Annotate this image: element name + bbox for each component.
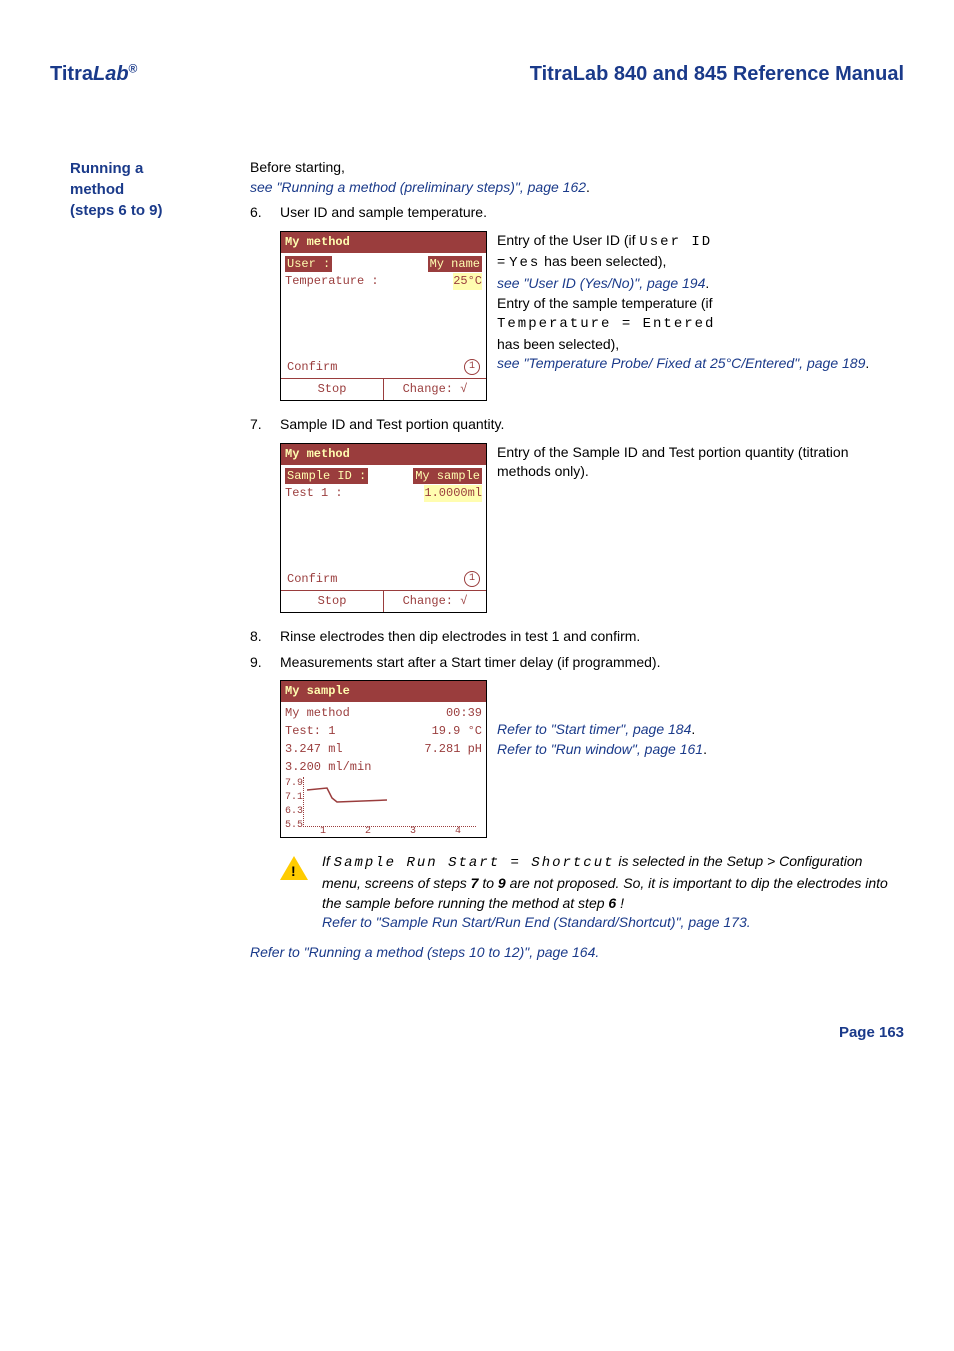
y-tick: 6.3 xyxy=(285,805,303,819)
text: . xyxy=(865,355,869,371)
x-tick: 1 xyxy=(320,825,326,839)
doc-link[interactable]: Refer to "Sample Run Start/Run End (Stan… xyxy=(322,914,747,930)
field-value: My sample xyxy=(413,468,482,485)
step-number: 8. xyxy=(250,627,268,647)
warning-text: If Sample Run Start = Shortcut is select… xyxy=(322,852,904,932)
page-number: Page 163 xyxy=(50,1022,904,1043)
field-label: Test 1 : xyxy=(285,485,343,502)
text: Before starting, xyxy=(250,159,345,175)
text: ! xyxy=(616,895,624,911)
outro-text: Refer to "Running a method (steps 10 to … xyxy=(250,943,904,963)
step-text: Rinse electrodes then dip electrodes in … xyxy=(280,627,640,647)
screen-title: My method xyxy=(281,444,486,465)
device-screen: My method Sample ID : My sample Test 1 :… xyxy=(280,443,487,613)
x-tick: 2 xyxy=(365,825,371,839)
softkey-stop: Stop xyxy=(281,591,384,612)
intro-text: Before starting, see "Running a method (… xyxy=(250,158,904,197)
screen-title: My method xyxy=(281,232,486,253)
screen-description: Entry of the Sample ID and Test portion … xyxy=(497,443,904,482)
y-tick: 7.1 xyxy=(285,791,303,805)
step-text: Measurements start after a Start timer d… xyxy=(280,653,660,673)
text: . xyxy=(595,944,599,960)
brand-lab: Lab xyxy=(93,63,129,85)
text: . xyxy=(691,721,695,737)
y-tick: 7.9 xyxy=(285,777,303,791)
step-number: 6. xyxy=(250,203,268,223)
text: Entry of the sample temperature (if xyxy=(497,295,713,311)
doc-link[interactable]: see "Temperature Probe/ Fixed at 25°C/En… xyxy=(497,355,865,371)
device-screen: My method User : My name Temperature : 2… xyxy=(280,231,487,401)
confirm-label: Confirm xyxy=(287,359,337,376)
step-text: User ID and sample temperature. xyxy=(280,203,487,223)
field: My method xyxy=(285,705,350,722)
mono-text: User ID xyxy=(639,234,712,250)
text: has been selected), xyxy=(540,253,666,269)
field: 7.281 pH xyxy=(424,741,482,758)
step-text: Sample ID and Test portion quantity. xyxy=(280,415,504,435)
softkey-change: Change: √ xyxy=(384,591,486,612)
text: = xyxy=(497,253,509,269)
circled-number-icon: 1 xyxy=(464,571,480,587)
softkey-change: Change: √ xyxy=(384,379,486,400)
doc-title: TitraLab 840 and 845 Reference Manual xyxy=(530,60,904,88)
field: Test: 1 xyxy=(285,723,335,740)
screen-description: Refer to "Start timer", page 184. Refer … xyxy=(497,680,707,759)
text: . xyxy=(705,275,709,291)
screen-title: My sample xyxy=(281,681,486,702)
step-number: 9. xyxy=(250,653,268,673)
screen-description: Entry of the User ID (if User ID = Yes h… xyxy=(497,231,869,374)
confirm-label: Confirm xyxy=(287,571,337,588)
warning-icon: ! xyxy=(280,856,308,880)
section-line: Running a xyxy=(70,158,210,179)
field-value: My name xyxy=(428,256,482,273)
text: . xyxy=(747,914,751,930)
section-line: method xyxy=(70,179,210,200)
softkey-stop: Stop xyxy=(281,379,384,400)
curve-line-icon xyxy=(307,782,397,817)
step-number: 7. xyxy=(250,415,268,435)
brand-logo: TitraLab® xyxy=(50,60,137,88)
x-tick: 4 xyxy=(455,825,461,839)
section-heading: Running a method (steps 6 to 9) xyxy=(70,158,210,221)
doc-link[interactable]: see "Running a method (preliminary steps… xyxy=(250,179,586,195)
field-value: 25°C xyxy=(453,273,482,290)
doc-link[interactable]: Refer to "Start timer", page 184 xyxy=(497,721,691,737)
bold-num: 9 xyxy=(498,875,506,891)
section-line: (steps 6 to 9) xyxy=(70,200,210,221)
field-value: 1.0000ml xyxy=(424,485,482,502)
text: . xyxy=(586,179,590,195)
text: Entry of the User ID (if xyxy=(497,232,639,248)
text: to xyxy=(478,875,497,891)
device-screen-graph: My sample My method00:39 Test: 119.9 °C … xyxy=(280,680,487,838)
text: has been selected), xyxy=(497,336,619,352)
mono-text: Yes xyxy=(509,255,540,271)
x-tick: 3 xyxy=(410,825,416,839)
brand-reg: ® xyxy=(129,61,138,75)
field: 00:39 xyxy=(446,705,482,722)
field: 19.9 °C xyxy=(432,723,482,740)
doc-link[interactable]: Refer to "Run window", page 161 xyxy=(497,741,703,757)
y-tick: 5.5 xyxy=(285,819,303,833)
field-label: User : xyxy=(285,256,332,273)
mono-text: Temperature = Entered xyxy=(497,316,715,332)
brand-pre: Titra xyxy=(50,63,93,85)
text: . xyxy=(703,741,707,757)
doc-link[interactable]: Refer to "Running a method (steps 10 to … xyxy=(250,944,595,960)
field: 3.247 ml xyxy=(285,741,343,758)
circled-number-icon: 1 xyxy=(464,359,480,375)
text: If xyxy=(322,853,334,869)
titration-graph: 7.9 7.1 6.3 5.5 1 2 3 4 xyxy=(285,777,482,837)
mono-text: Sample Run Start = Shortcut xyxy=(334,855,615,871)
doc-link[interactable]: see "User ID (Yes/No)", page 194 xyxy=(497,275,705,291)
field-label: Temperature : xyxy=(285,273,379,290)
field-label: Sample ID : xyxy=(285,468,368,485)
field: 3.200 ml/min xyxy=(285,759,371,776)
